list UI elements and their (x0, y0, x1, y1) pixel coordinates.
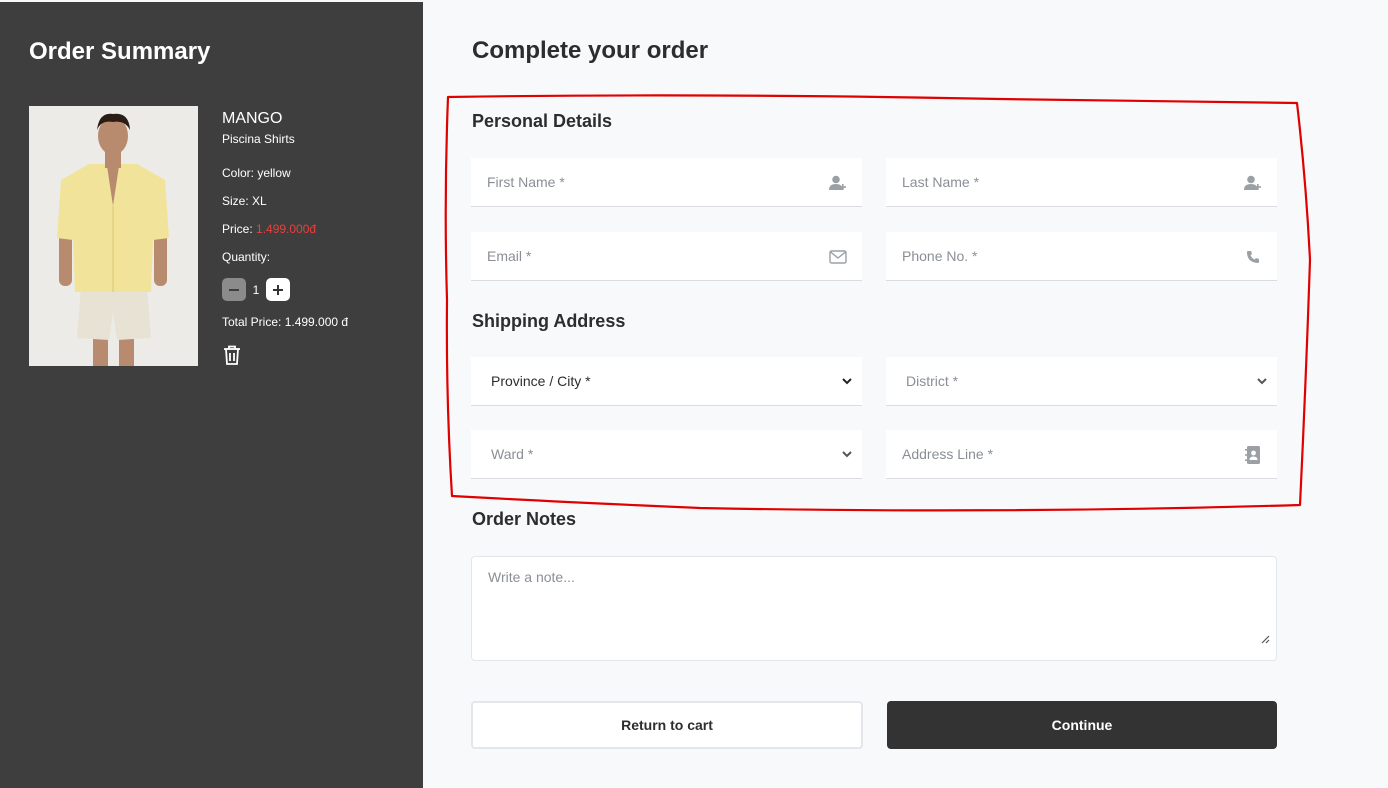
first-name-field[interactable]: First Name * (471, 158, 862, 207)
decrease-quantity-button[interactable] (222, 278, 246, 301)
province-select[interactable]: Province / City * (471, 357, 862, 406)
order-notes-textarea[interactable]: Write a note... (471, 556, 1277, 661)
last-name-field[interactable]: Last Name * (886, 158, 1277, 207)
remove-item-button[interactable] (222, 344, 242, 366)
quantity-label: Quantity: (222, 250, 271, 264)
chevron-down-icon (842, 378, 852, 385)
minus-icon (229, 288, 239, 291)
trash-icon (224, 345, 240, 365)
continue-button[interactable]: Continue (887, 701, 1277, 749)
address-book-icon (1243, 445, 1263, 465)
product-size: Size: XL (222, 194, 267, 208)
user-plus-icon (828, 173, 848, 193)
order-notes-title: Order Notes (472, 509, 577, 529)
price-label: Price: (222, 222, 257, 236)
address-line-placeholder: Address Line * (902, 446, 994, 462)
order-summary-sidebar: Order Summary MANGO Piscina Shirts Color… (0, 2, 423, 788)
product-price: Price: 1.499.000đ (222, 222, 316, 236)
first-name-placeholder: First Name * (487, 174, 565, 190)
envelope-icon (828, 247, 848, 267)
chevron-down-icon (1257, 378, 1267, 385)
product-color: Color: yellow (222, 166, 291, 180)
province-selected-value: Province / City * (491, 373, 591, 389)
quantity-value: 1 (252, 282, 260, 297)
ward-select[interactable]: Ward * (471, 430, 862, 479)
ward-placeholder: Ward * (491, 446, 534, 462)
phone-field[interactable]: Phone No. * (886, 232, 1277, 281)
user-plus-icon (1243, 173, 1263, 193)
product-brand: MANGO (222, 110, 283, 127)
quantity-stepper: 1 (222, 278, 290, 301)
last-name-placeholder: Last Name * (902, 174, 980, 190)
chevron-down-icon (842, 451, 852, 458)
product-image (29, 106, 198, 366)
sidebar-title: Order Summary (29, 38, 211, 65)
total-price: Total Price: 1.499.000 đ (222, 315, 349, 329)
order-notes-placeholder: Write a note... (488, 569, 575, 585)
district-select[interactable]: District * (886, 357, 1277, 406)
shipping-address-title: Shipping Address (472, 311, 626, 331)
product-name: Piscina Shirts (222, 132, 295, 146)
return-to-cart-button[interactable]: Return to cart (471, 701, 863, 749)
product-info: MANGO Piscina Shirts Color: yellow Size:… (222, 108, 348, 365)
district-placeholder: District * (906, 373, 959, 389)
page-title: Complete your order (472, 37, 709, 64)
email-placeholder: Email * (487, 248, 532, 264)
email-field[interactable]: Email * (471, 232, 862, 281)
price-value: 1.499.000đ (256, 222, 317, 236)
address-line-field[interactable]: Address Line * (886, 430, 1277, 479)
resize-grip-icon[interactable] (1260, 634, 1270, 644)
personal-details-title: Personal Details (472, 111, 613, 131)
plus-icon (273, 284, 283, 295)
increase-quantity-button[interactable] (266, 278, 290, 301)
phone-icon (1243, 247, 1263, 267)
phone-placeholder: Phone No. * (902, 248, 978, 264)
